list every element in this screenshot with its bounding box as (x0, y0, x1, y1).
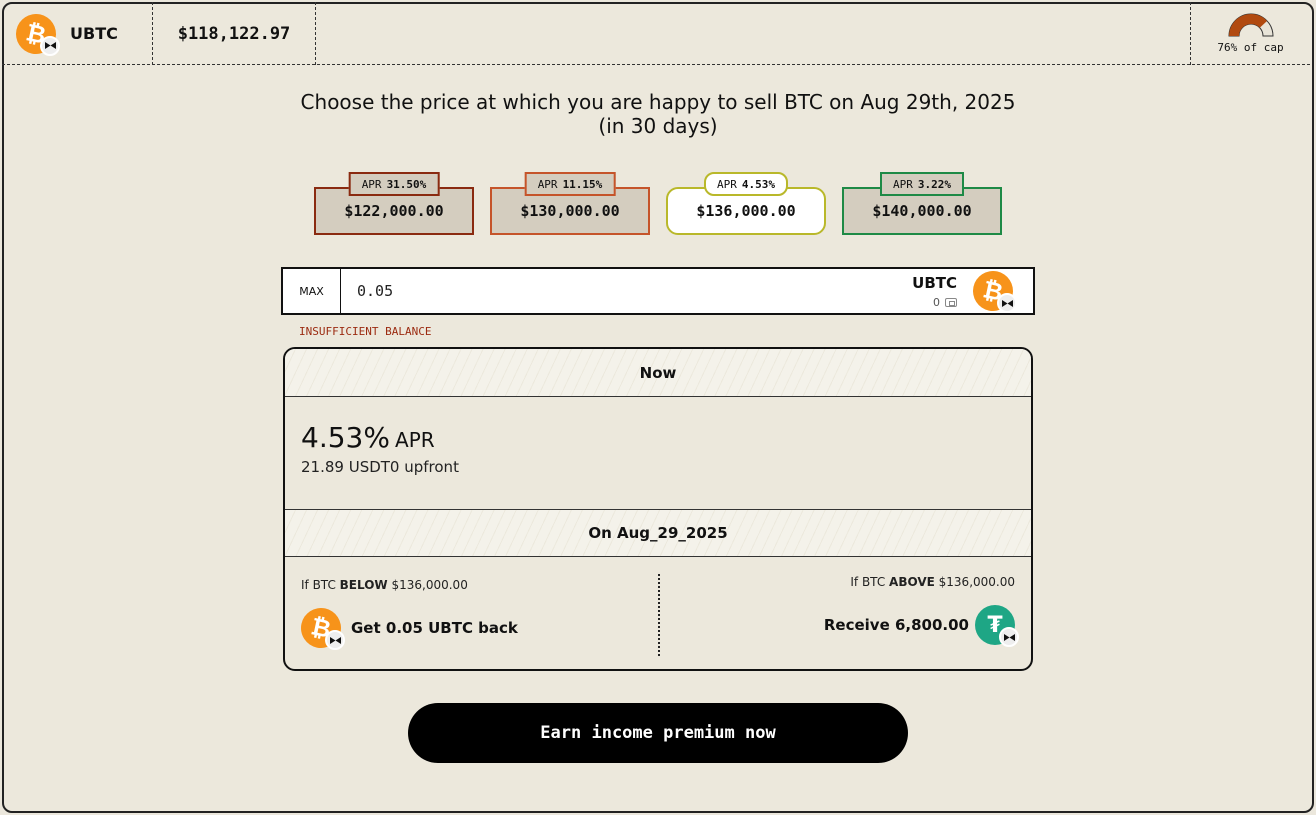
usdt0-icon: ₮ (975, 605, 1019, 647)
asset-selector[interactable]: ₿ UBTC (2, 2, 153, 65)
outcome-above-result: Receive 6,800.00 (823, 616, 969, 634)
wallet-icon (945, 297, 957, 307)
amount-asset-symbol: UBTC (912, 273, 957, 292)
outcome-above-condition: If BTC ABOVE $136,000.00 (850, 575, 1015, 589)
page-title: Choose the price at which you are happy … (300, 90, 1016, 138)
asset-price: $118,122.97 (153, 2, 316, 65)
strike-option-3-selected[interactable]: APR 4.53% $136,000.00 (666, 172, 826, 235)
strike-price: $122,000.00 (344, 202, 444, 220)
strike-price: $136,000.00 (696, 202, 796, 220)
wallet-balance: 0 (912, 296, 957, 309)
strike-apr-badge: APR 31.50% (348, 172, 440, 196)
cap-label: 76% of cap (1217, 41, 1284, 54)
apr-word: APR (395, 428, 435, 452)
strike-option-4[interactable]: APR 3.22% $140,000.00 (842, 172, 1002, 235)
strike-option-2[interactable]: APR 11.15% $130,000.00 (490, 172, 650, 235)
strike-option-1[interactable]: APR 31.50% $122,000.00 (314, 172, 474, 235)
ubtc-icon: ₿ (297, 604, 345, 652)
expiry-header: On Aug_29_2025 (285, 509, 1031, 557)
cap-gauge: 76% of cap (1190, 2, 1310, 65)
outcome-below-result: Get 0.05 UBTC back (351, 619, 518, 637)
max-button[interactable]: MAX (283, 269, 341, 313)
ubtc-icon: ₿ (12, 9, 60, 58)
insufficient-balance-warning: INSUFFICIENT BALANCE (299, 325, 432, 338)
amount-input-row: MAX UBTC 0 ₿ (281, 267, 1035, 315)
now-header: Now (285, 349, 1031, 397)
strike-apr-badge: APR 3.22% (880, 172, 964, 196)
upfront-premium: 21.89 USDT0 upfront (301, 458, 459, 476)
apr-summary: 4.53% APR 21.89 USDT0 upfront (301, 421, 459, 476)
strike-apr-badge: APR 4.53% (704, 172, 788, 196)
strike-price: $130,000.00 (520, 202, 620, 220)
amount-asset: UBTC 0 ₿ (912, 267, 1017, 315)
outcome-divider (658, 574, 660, 656)
apr-value: 4.53% (301, 421, 390, 454)
outcome-below-condition: If BTC BELOW $136,000.00 (301, 578, 468, 592)
top-bar: ₿ UBTC $118,122.97 76% of cap (2, 2, 1310, 65)
asset-symbol: UBTC (70, 24, 118, 43)
amount-input[interactable] (357, 282, 807, 300)
outcome-above: If BTC ABOVE $136,000.00 Receive 6,800.0… (823, 575, 1019, 647)
strike-options: APR 31.50% $122,000.00 APR 11.15% $130,000… (314, 172, 1004, 236)
strike-apr-badge: APR 11.15% (524, 172, 616, 196)
summary-card: Now 4.53% APR 21.89 USDT0 upfront On Aug… (283, 347, 1033, 671)
outcomes: If BTC BELOW $136,000.00 ₿ Get 0.05 UBTC… (285, 558, 1031, 669)
earn-premium-button[interactable]: Earn income premium now (408, 703, 908, 763)
balance-value: 0 (933, 295, 940, 309)
strike-price: $140,000.00 (872, 202, 972, 220)
ubtc-icon: ₿ (969, 267, 1017, 315)
cap-gauge-icon (1227, 13, 1274, 37)
outcome-below: If BTC BELOW $136,000.00 ₿ Get 0.05 UBTC… (297, 578, 518, 652)
